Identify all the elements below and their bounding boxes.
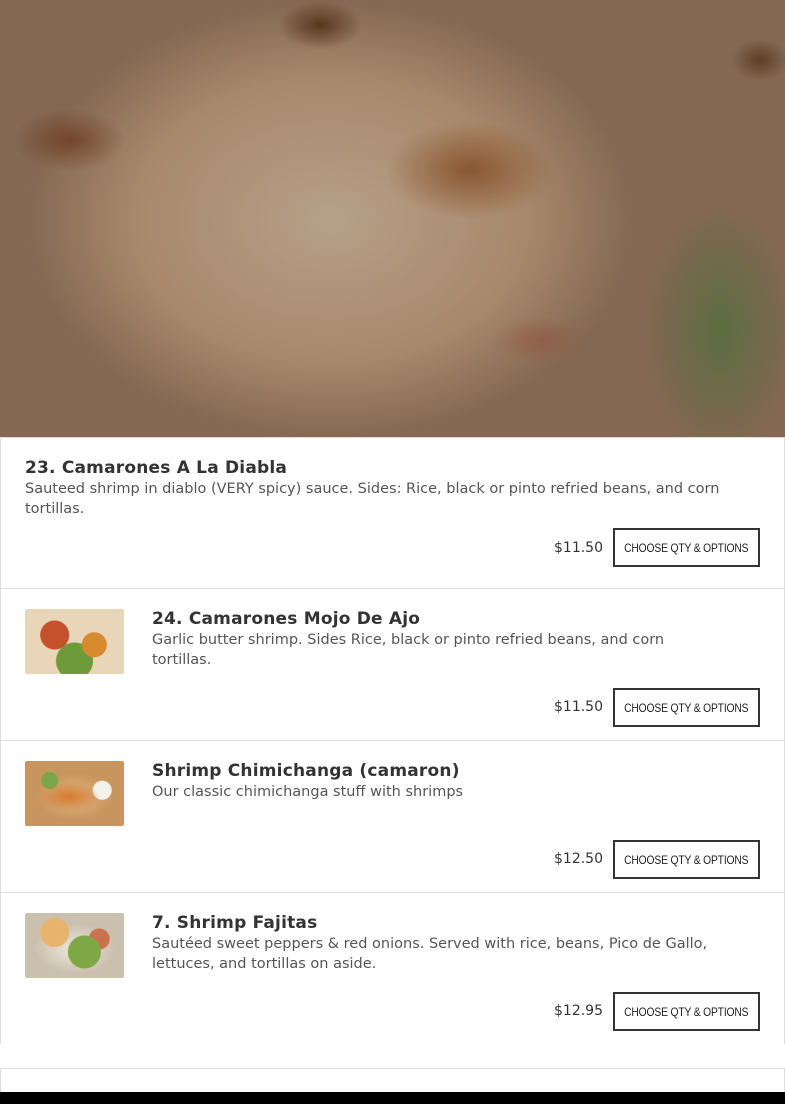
menu-item-photo[interactable] <box>25 609 124 674</box>
menu-item[interactable]: 24. Camarones Mojo De Ajo Garlic butter … <box>0 588 785 740</box>
button-label: CHOOSE QTY & OPTIONS <box>624 852 749 867</box>
menu-item[interactable]: 7. Shrimp Fajitas Sautéed sweet peppers … <box>0 892 785 1044</box>
menu-item-photo[interactable] <box>25 913 124 978</box>
menu-item-price: $11.50 <box>554 540 603 556</box>
menu-item-title: 23. Camarones A La Diabla <box>25 458 288 478</box>
bottom-bar <box>0 1092 785 1104</box>
menu-item-list: 23. Camarones A La Diabla Sauteed shrimp… <box>0 437 785 1044</box>
menu-item-title: 7. Shrimp Fajitas <box>152 913 318 933</box>
hero-food-image <box>0 0 785 437</box>
menu-item-description: Our classic chimichanga stuff with shrim… <box>152 784 464 800</box>
button-label: CHOOSE QTY & OPTIONS <box>624 700 749 715</box>
menu-item-description: Garlic butter shrimp. Sides Rice, black … <box>152 632 665 668</box>
menu-item-price: $12.95 <box>554 1003 603 1019</box>
menu-item-description: Sautéed sweet peppers & red onions. Serv… <box>152 936 708 972</box>
menu-item[interactable]: 23. Camarones A La Diabla Sauteed shrimp… <box>0 437 785 588</box>
choose-qty-options-button[interactable]: CHOOSE QTY & OPTIONS <box>613 528 760 567</box>
menu-item-description: Sauteed shrimp in diablo (VERY spicy) sa… <box>25 481 720 517</box>
button-label: CHOOSE QTY & OPTIONS <box>624 540 749 555</box>
choose-qty-options-button[interactable]: CHOOSE QTY & OPTIONS <box>613 688 760 727</box>
menu-item-title: Shrimp Chimichanga (camaron) <box>152 761 460 781</box>
choose-qty-options-button[interactable]: CHOOSE QTY & OPTIONS <box>613 992 760 1031</box>
menu-item-title: 24. Camarones Mojo De Ajo <box>152 609 421 629</box>
choose-qty-options-button[interactable]: CHOOSE QTY & OPTIONS <box>613 840 760 879</box>
menu-item-price: $11.50 <box>554 699 603 715</box>
menu-item-photo[interactable] <box>25 761 124 826</box>
menu-item-price: $12.50 <box>554 851 603 867</box>
button-label: CHOOSE QTY & OPTIONS <box>624 1004 749 1019</box>
menu-item[interactable]: Shrimp Chimichanga (camaron) Our classic… <box>0 740 785 892</box>
